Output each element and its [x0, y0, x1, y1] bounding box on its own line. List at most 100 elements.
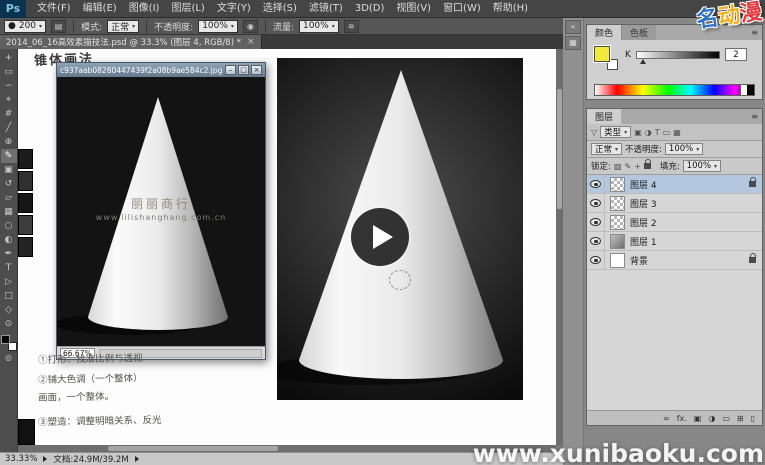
foreground-color-swatch[interactable]	[594, 46, 610, 62]
layer-row[interactable]: 背景	[587, 251, 762, 270]
menu-view[interactable]: 视图(V)	[390, 0, 437, 18]
scrollbar-thumb[interactable]	[108, 446, 278, 451]
quick-mask-button[interactable]: ◎	[1, 351, 17, 363]
panel-menu-icon[interactable]: ≡	[747, 109, 762, 124]
visibility-cell[interactable]	[587, 213, 605, 231]
lock-pixels-icon[interactable]: ✎	[624, 162, 631, 171]
layer-name[interactable]: 图层 1	[630, 235, 762, 248]
workspace-panel-icon[interactable]: ▦	[565, 36, 581, 50]
menu-image[interactable]: 图像(I)	[123, 0, 166, 18]
tab-swatches[interactable]: 色板	[621, 25, 656, 40]
eye-icon[interactable]	[590, 237, 601, 245]
vertical-scrollbar[interactable]	[556, 49, 563, 445]
video-frame[interactable]	[277, 58, 523, 400]
type-tool[interactable]: T	[1, 261, 17, 275]
flow-select[interactable]: 100% ▾	[299, 20, 339, 33]
menu-window[interactable]: 窗口(W)	[437, 0, 487, 18]
layer-thumbnail[interactable]	[610, 234, 625, 249]
eraser-tool[interactable]: ▱	[1, 191, 17, 205]
pressure-opacity-icon[interactable]: ◉	[243, 20, 258, 33]
lock-position-icon[interactable]: +	[634, 162, 641, 171]
filter-smart-icon[interactable]: ▦	[673, 128, 681, 137]
close-icon[interactable]: ×	[251, 65, 262, 75]
layer-thumbnail[interactable]	[610, 215, 625, 230]
k-slider[interactable]	[636, 51, 720, 59]
black-swatch[interactable]	[747, 85, 754, 95]
menu-layer[interactable]: 图层(L)	[165, 0, 210, 18]
menu-help[interactable]: 帮助(H)	[487, 0, 534, 18]
lock-transparent-icon[interactable]: ▨	[614, 162, 622, 171]
layer-thumbnail[interactable]	[610, 253, 625, 268]
eye-icon[interactable]	[590, 199, 601, 207]
adjustment-layer-icon[interactable]: ◑	[708, 414, 715, 423]
layer-row[interactable]: 图层 4	[587, 175, 762, 194]
layer-name[interactable]: 图层 2	[630, 216, 762, 229]
eye-icon[interactable]	[590, 256, 601, 264]
tab-color[interactable]: 颜色	[587, 25, 621, 40]
scrollbar-thumb[interactable]	[557, 89, 562, 209]
brush-preset-picker[interactable]: ● 200 ▾	[4, 20, 46, 33]
menu-select[interactable]: 选择(S)	[257, 0, 303, 18]
delete-layer-icon[interactable]: ▯	[751, 414, 755, 423]
slider-handle-icon[interactable]	[640, 59, 646, 64]
layer-filter-select[interactable]: 类型 ▾	[600, 126, 631, 138]
pen-tool[interactable]: ✒	[1, 247, 17, 261]
collapse-panels-icon[interactable]: «	[565, 20, 581, 34]
menu-3d[interactable]: 3D(D)	[349, 0, 391, 18]
filter-pixel-icon[interactable]: ▣	[634, 128, 642, 137]
maximize-icon[interactable]: □	[238, 65, 249, 75]
visibility-cell[interactable]	[587, 251, 605, 269]
layer-row[interactable]: 图层 1	[587, 232, 762, 251]
layer-name[interactable]: 背景	[630, 254, 749, 267]
brush-panel-toggle-icon[interactable]: ▤	[51, 20, 66, 33]
move-tool[interactable]: +	[1, 51, 17, 65]
layer-name[interactable]: 图层 3	[630, 197, 762, 210]
image-window-titlebar[interactable]: c937aab08280447439f2a08b9ae584c2.jpg @ 6…	[57, 63, 265, 77]
menu-file[interactable]: 文件(F)	[31, 0, 77, 18]
zoom-level[interactable]: 33.33%	[5, 454, 37, 464]
layer-opacity-field[interactable]: 100% ▾	[665, 143, 703, 155]
dodge-tool[interactable]: ◐	[1, 233, 17, 247]
blur-tool[interactable]: ○	[1, 219, 17, 233]
blend-mode-select[interactable]: 正常 ▾	[591, 143, 622, 155]
history-brush-tool[interactable]: ↺	[1, 177, 17, 191]
minimize-icon[interactable]: –	[225, 65, 236, 75]
tab-layers[interactable]: 图层	[587, 109, 621, 124]
zoom-tool[interactable]: ⊙	[1, 317, 17, 331]
shape-tool[interactable]: □	[1, 289, 17, 303]
eyedropper-tool[interactable]: ╱	[1, 121, 17, 135]
visibility-cell[interactable]	[587, 232, 605, 250]
marquee-tool[interactable]: ▭	[1, 65, 17, 79]
hand-tool[interactable]: ◇	[1, 303, 17, 317]
close-icon[interactable]: ×	[247, 37, 255, 47]
layer-row[interactable]: 图层 3	[587, 194, 762, 213]
brush-tool[interactable]: ✎	[1, 149, 17, 163]
layer-thumbnail[interactable]	[610, 196, 625, 211]
layer-group-icon[interactable]: ▭	[722, 414, 730, 423]
magic-wand-tool[interactable]: ⌖	[1, 93, 17, 107]
menu-type[interactable]: 文字(Y)	[211, 0, 257, 18]
eye-icon[interactable]	[590, 218, 601, 226]
fill-field[interactable]: 100% ▾	[683, 160, 721, 172]
path-select-tool[interactable]: ▷	[1, 275, 17, 289]
document-page[interactable]: 锥体画法 c937aab08280447439f2a08b9ae584c2.jp…	[18, 49, 556, 445]
color-spectrum-bar[interactable]	[594, 84, 755, 96]
clone-stamp-tool[interactable]: ▣	[1, 163, 17, 177]
document-tab[interactable]: 2014_06_16高效素描技法.psd @ 33.3% (图层 4, RGB/…	[0, 35, 262, 49]
filter-type-icon[interactable]: T	[655, 128, 660, 137]
airbrush-icon[interactable]: ≋	[344, 20, 359, 33]
layer-name[interactable]: 图层 4	[630, 178, 749, 191]
lock-all-icon[interactable]	[644, 163, 651, 169]
new-layer-icon[interactable]: ⊞	[737, 414, 744, 423]
lasso-tool[interactable]: ∽	[1, 79, 17, 93]
filter-shape-icon[interactable]: ▭	[663, 128, 671, 137]
layer-mask-icon[interactable]: ▣	[694, 414, 702, 423]
status-menu-icon[interactable]	[135, 456, 139, 462]
color-swatches[interactable]	[1, 335, 17, 351]
opacity-select[interactable]: 100% ▾	[198, 20, 238, 33]
eye-icon[interactable]	[590, 180, 601, 188]
layer-thumbnail[interactable]	[610, 177, 625, 192]
crop-tool[interactable]: #	[1, 107, 17, 121]
menu-filter[interactable]: 滤镜(T)	[303, 0, 349, 18]
link-layers-icon[interactable]: ∞	[663, 414, 670, 423]
